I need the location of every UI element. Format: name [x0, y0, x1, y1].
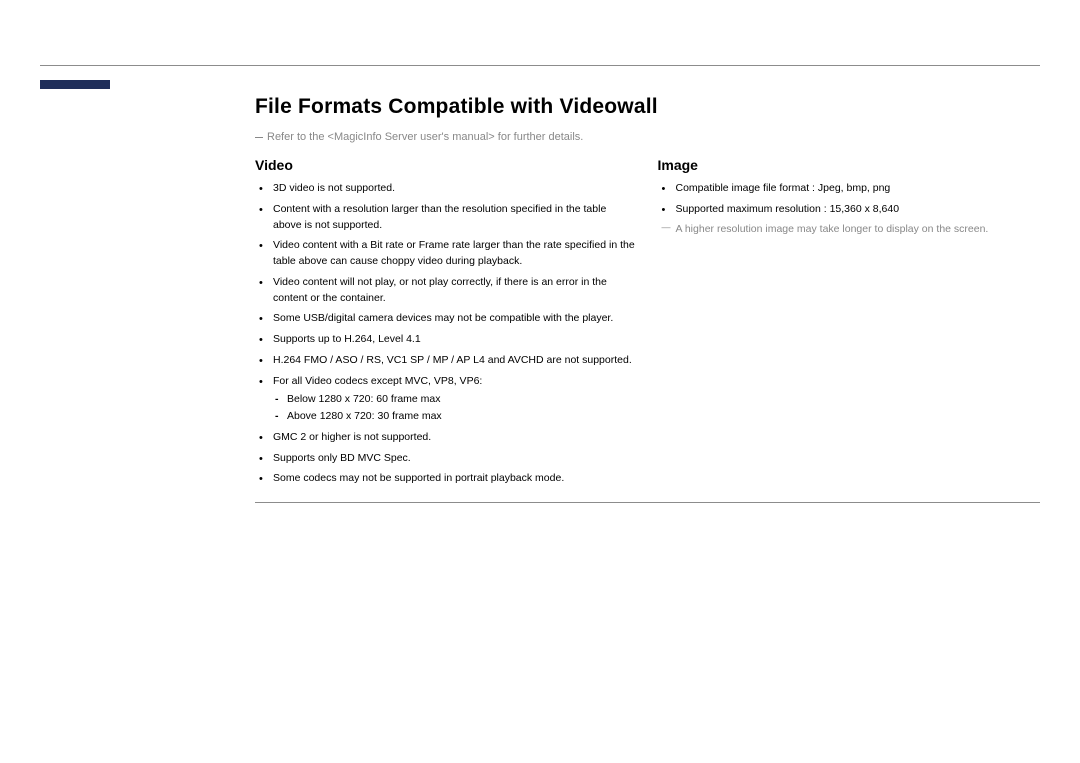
- list-item: Compatible image file format : Jpeg, bmp…: [674, 181, 1041, 197]
- list-item: Content with a resolution larger than th…: [271, 202, 638, 234]
- section-heading: File Formats Compatible with Videowall: [255, 95, 1040, 119]
- page: File Formats Compatible with Videowall R…: [0, 0, 1080, 763]
- list-item: 3D video is not supported.: [271, 181, 638, 197]
- video-column: Video 3D video is not supported. Content…: [255, 157, 638, 492]
- bottom-divider: [255, 502, 1040, 503]
- top-divider: [40, 65, 1040, 66]
- image-column: Image Compatible image file format : Jpe…: [658, 157, 1041, 492]
- reference-note-text: Refer to the <MagicInfo Server user's ma…: [267, 131, 583, 143]
- list-item: Video content will not play, or not play…: [271, 275, 638, 307]
- sub-list-item: Above 1280 x 720: 30 frame max: [285, 409, 638, 425]
- reference-note: Refer to the <MagicInfo Server user's ma…: [255, 131, 1040, 143]
- columns: Video 3D video is not supported. Content…: [255, 157, 1040, 492]
- list-item: Some USB/digital camera devices may not …: [271, 311, 638, 327]
- list-item: H.264 FMO / ASO / RS, VC1 SP / MP / AP L…: [271, 353, 638, 369]
- video-list: 3D video is not supported. Content with …: [255, 181, 638, 487]
- dash-icon: [255, 137, 263, 138]
- sub-list-item: Below 1280 x 720: 60 frame max: [285, 392, 638, 408]
- list-item-with-sub: For all Video codecs except MVC, VP8, VP…: [271, 374, 638, 425]
- list-item: Some codecs may not be supported in port…: [271, 471, 638, 487]
- list-item: Supported maximum resolution : 15,360 x …: [674, 202, 1041, 218]
- image-list: Compatible image file format : Jpeg, bmp…: [658, 181, 1041, 218]
- content-area: File Formats Compatible with Videowall R…: [255, 95, 1040, 511]
- sub-list: Below 1280 x 720: 60 frame max Above 128…: [285, 392, 638, 425]
- list-item: Supports only BD MVC Spec.: [271, 451, 638, 467]
- list-item-text: For all Video codecs except MVC, VP8, VP…: [273, 375, 482, 387]
- video-title: Video: [255, 157, 638, 173]
- section-tab-mark: [40, 80, 110, 89]
- list-item: GMC 2 or higher is not supported.: [271, 430, 638, 446]
- list-item: Supports up to H.264, Level 4.1: [271, 332, 638, 348]
- list-item: Video content with a Bit rate or Frame r…: [271, 238, 638, 270]
- image-title: Image: [658, 157, 1041, 173]
- image-note: A higher resolution image may take longe…: [676, 223, 1041, 235]
